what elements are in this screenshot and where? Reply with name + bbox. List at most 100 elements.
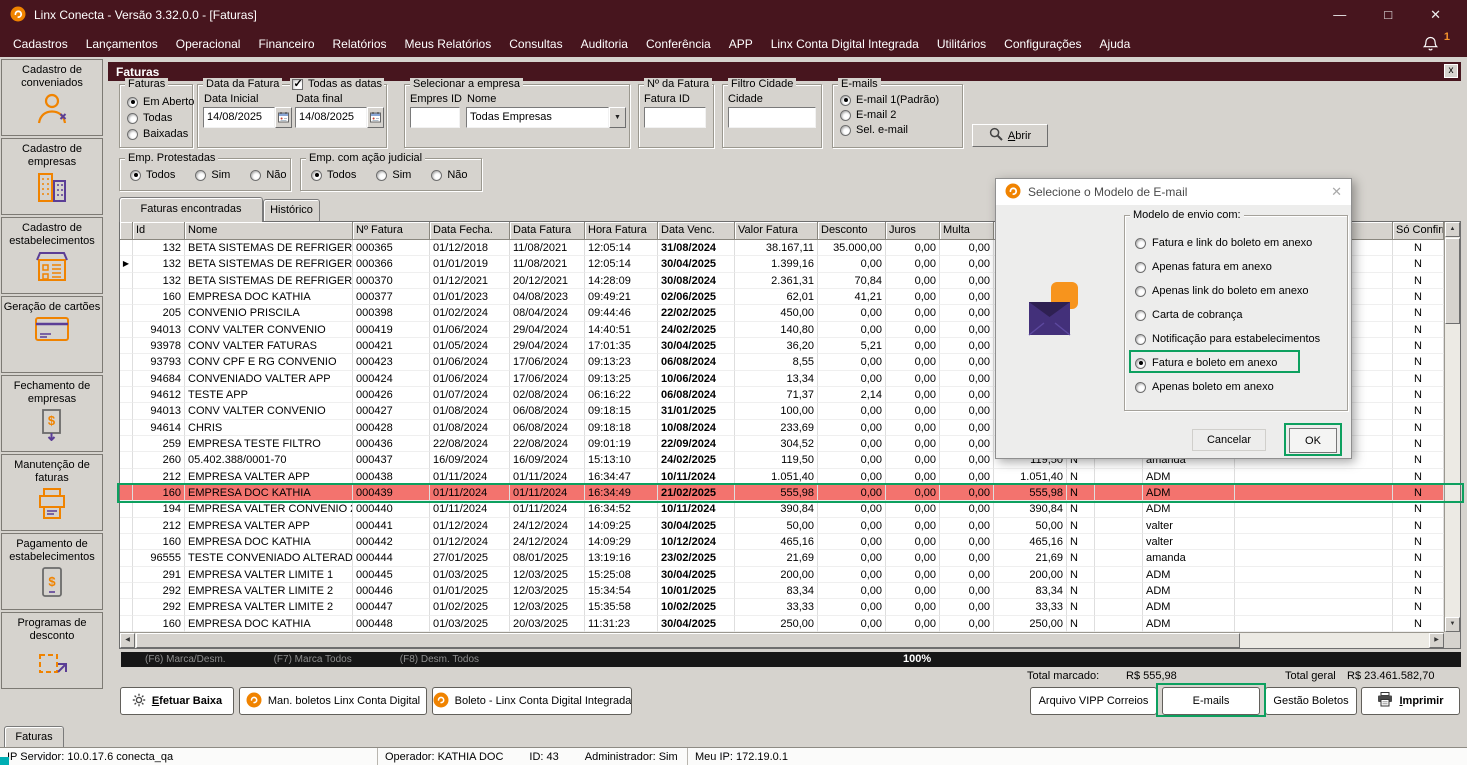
empresa-dropdown[interactable]: Todas Empresas ▼ (466, 107, 626, 128)
table-row[interactable]: 291 EMPRESA VALTER LIMITE 1 000445 01/03/20… (120, 566, 1460, 583)
vertical-scrollbar-thumb[interactable] (1445, 238, 1460, 324)
column-header-data-venc[interactable]: Data Venc. (658, 222, 735, 240)
column-header-nome[interactable]: Nome (185, 222, 353, 240)
todas-as-datas-checkbox[interactable]: Todas as datas (290, 77, 384, 90)
horizontal-scrollbar-thumb[interactable] (136, 633, 1240, 648)
table-row[interactable]: 212 EMPRESA VALTER APP 000441 01/12/2024 24/… (120, 517, 1460, 534)
dialog-option-notificacao-para-estabelecimentos[interactable]: Notificação para estabelecimentos (1135, 328, 1320, 350)
sidebar-item-geracao-de-cartoes[interactable]: Geração de cartões (1, 296, 103, 373)
data-final-calendar-button[interactable] (367, 107, 384, 128)
menu-item-configuracoes[interactable]: Configurações (995, 32, 1090, 56)
menu-item-linx-conta-digital-integrada[interactable]: Linx Conta Digital Integrada (762, 32, 928, 56)
sidebar-item-programas-de-desconto[interactable]: Programas de desconto (1, 612, 103, 689)
data-inicial-calendar-button[interactable] (275, 107, 292, 128)
column-header-valor-fatura[interactable]: Valor Fatura (735, 222, 818, 240)
dialog-option-apenas-boleto-em-anexo[interactable]: Apenas boleto em anexo (1135, 376, 1274, 398)
menu-item-relatorios[interactable]: Relatórios (324, 32, 396, 56)
column-header-multa[interactable]: Multa (940, 222, 994, 240)
scroll-left-icon[interactable]: ◀ (120, 633, 135, 648)
table-row[interactable]: 212 EMPRESA VALTER APP 000438 01/11/2024 01/… (120, 468, 1460, 485)
radio-faturas-baixadas[interactable]: Baixadas (127, 128, 192, 140)
dialog-option-fatura-e-link-do-boleto-em-anexo[interactable]: Fatura e link do boleto em anexo (1135, 232, 1312, 254)
tab-faturas-encontradas[interactable]: Faturas encontradas (119, 197, 263, 222)
menu-item-utilitarios[interactable]: Utilitários (928, 32, 995, 56)
table-row[interactable]: 160 EMPRESA DOC KATHIA 000448 01/03/2025 20/… (120, 615, 1460, 632)
radio-protestadas-nao[interactable]: Não (250, 169, 287, 181)
bell-icon[interactable] (1422, 36, 1439, 55)
cidade-input[interactable] (728, 107, 816, 128)
vertical-scrollbar[interactable]: ▲ ▼ (1444, 222, 1460, 632)
column-header-so-confirm[interactable]: Só Confirm (1393, 222, 1444, 240)
radio-emails-e-mail-1-padrao[interactable]: E-mail 1(Padrão) (840, 94, 962, 106)
sidebar-item-fechamento-de-empresas[interactable]: Fechamento de empresas $ (1, 375, 103, 452)
radio-judicial-todos[interactable]: Todos (311, 169, 356, 181)
action-gestao-boletos-button[interactable]: Gestão Boletos (1265, 687, 1357, 715)
action-e-mails-button[interactable]: E-mails (1162, 687, 1260, 715)
abrir-button[interactable]: Abrir (972, 124, 1048, 147)
table-row[interactable]: 194EMPRESA VALTER CONVENIO 2 AL00044001/… (120, 501, 1460, 518)
chevron-down-icon[interactable]: ▼ (609, 107, 626, 128)
bottom-tab-faturas[interactable]: Faturas (4, 726, 64, 747)
column-header-data-fatura[interactable]: Data Fatura (510, 222, 585, 240)
menu-item-lancamentos[interactable]: Lançamentos (77, 32, 167, 56)
action-man-boletos-linx-conta-digital-button[interactable]: Man. boletos Linx Conta Digital (239, 687, 427, 715)
menu-item-consultas[interactable]: Consultas (500, 32, 571, 56)
sidebar-item-pagamento-de-estabelecimentos[interactable]: Pagamento de estabelecimentos $ (1, 533, 103, 610)
menu-item-app[interactable]: APP (720, 32, 762, 56)
dialog-option-carta-de-cobranca[interactable]: Carta de cobrança (1135, 304, 1243, 326)
dialog-option-apenas-fatura-em-anexo[interactable]: Apenas fatura em anexo (1135, 256, 1272, 278)
table-row[interactable]: 292 EMPRESA VALTER LIMITE 2 000447 01/02/20… (120, 599, 1460, 616)
table-row[interactable]: 96555 TESTE CONVENIADO ALTERADO 000444 27/0… (120, 550, 1460, 567)
data-final-input[interactable]: 14/08/2025 (295, 107, 367, 128)
radio-judicial-nao[interactable]: Não (431, 169, 468, 181)
fatura-id-input[interactable] (644, 107, 706, 128)
radio-faturas-em-aberto[interactable]: Em Aberto (127, 96, 194, 108)
dialog-option-apenas-link-do-boleto-em-anexo[interactable]: Apenas link do boleto em anexo (1135, 280, 1309, 302)
panel-close-button[interactable]: x (1444, 64, 1458, 78)
dialog-option-fatura-e-boleto-em-anexo[interactable]: Fatura e boleto em anexo (1135, 352, 1277, 374)
column-header-desconto[interactable]: Desconto (818, 222, 886, 240)
radio-protestadas-sim[interactable]: Sim (195, 169, 230, 181)
radio-protestadas-todos[interactable]: Todos (130, 169, 175, 181)
scroll-right-icon[interactable]: ▶ (1429, 633, 1444, 648)
cancel-button[interactable]: Cancelar (1192, 429, 1266, 451)
sidebar-item-cadastro-de-conveniados[interactable]: Cadastro de conveniados (1, 59, 103, 136)
action-boleto-linx-conta-digital-integrada-button[interactable]: Boleto - Linx Conta Digital Integrada (432, 687, 632, 715)
menu-item-conferencia[interactable]: Conferência (637, 32, 720, 56)
sidebar-item-cadastro-de-empresas[interactable]: Cadastro de empresas (1, 138, 103, 215)
tab-historico[interactable]: Histórico (263, 199, 320, 222)
table-row[interactable]: 292 EMPRESA VALTER LIMITE 2 000446 01/01/20… (120, 582, 1460, 600)
action-arquivo-vipp-correios-button[interactable]: Arquivo VIPP Correios (1030, 687, 1157, 715)
sidebar-item-cadastro-de-estabelecimentos[interactable]: Cadastro de estabelecimentos (1, 217, 103, 294)
radio-emails-sel-e-mail[interactable]: Sel. e-mail (840, 124, 962, 136)
radio-emails-e-mail-2[interactable]: E-mail 2 (840, 109, 962, 121)
data-inicial-input[interactable]: 14/08/2025 (203, 107, 275, 128)
scroll-up-icon[interactable]: ▲ (1445, 222, 1460, 237)
radio-judicial-sim[interactable]: Sim (376, 169, 411, 181)
column-header-hora-fatura[interactable]: Hora Fatura (585, 222, 658, 240)
menu-item-cadastros[interactable]: Cadastros (4, 32, 77, 56)
menu-item-operacional[interactable]: Operacional (167, 32, 250, 56)
ok-button[interactable]: OK (1289, 428, 1337, 453)
maximize-button[interactable]: □ (1384, 7, 1392, 23)
dialog-close-icon[interactable]: ✕ (1331, 184, 1342, 200)
column-header-id[interactable]: Id (133, 222, 185, 240)
column-header-data-fecha[interactable]: Data Fecha. (430, 222, 510, 240)
minimize-button[interactable]: — (1333, 7, 1346, 23)
table-row[interactable]: 160 EMPRESA DOC KATHIA 000442 01/12/2024 24/… (120, 533, 1460, 551)
radio-faturas-todas[interactable]: Todas (127, 112, 192, 124)
menu-item-ajuda[interactable]: Ajuda (1091, 32, 1140, 56)
action-imprimir-button[interactable]: Imprimir (1361, 687, 1460, 715)
action-efetuar-baixa-button[interactable]: Efetuar Baixa (120, 687, 234, 715)
menu-item-meus-relatorios[interactable]: Meus Relatórios (396, 32, 501, 56)
column-header-juros[interactable]: Juros (886, 222, 940, 240)
empres-id-input[interactable] (410, 107, 460, 128)
menu-item-financeiro[interactable]: Financeiro (249, 32, 323, 56)
horizontal-scrollbar[interactable]: ◀ ▶ (120, 632, 1444, 648)
sidebar-item-manutencao-de-faturas[interactable]: Manutenção de faturas (1, 454, 103, 531)
close-button[interactable]: ✕ (1430, 7, 1441, 23)
table-row[interactable]: 160 EMPRESA DOC KATHIA 000439 01/11/2024 01/… (120, 484, 1460, 502)
scroll-down-icon[interactable]: ▼ (1445, 617, 1460, 632)
column-header-n-fatura[interactable]: Nº Fatura (353, 222, 430, 240)
menu-item-auditoria[interactable]: Auditoria (572, 32, 637, 56)
